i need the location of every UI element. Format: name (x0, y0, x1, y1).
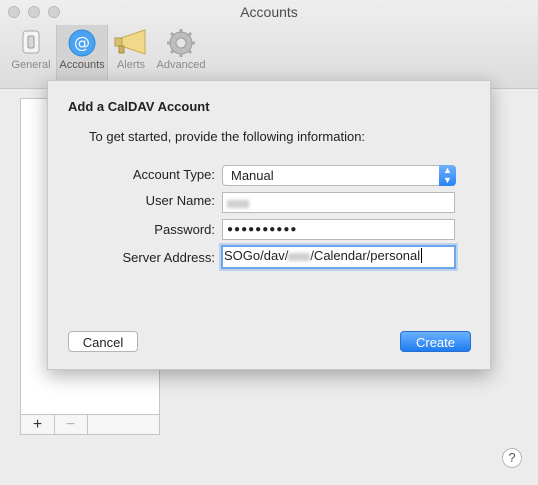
help-button[interactable]: ? (502, 448, 522, 468)
add-caldav-account-sheet: Add a CalDAV Account To get started, pro… (47, 80, 491, 370)
switch-icon (22, 30, 40, 54)
account-type-label: Account Type: (132, 167, 215, 182)
password-label: Password: (154, 222, 215, 237)
password-field[interactable]: ●●●●●●●●●● (222, 219, 455, 240)
user-name-label: User Name: (145, 193, 215, 208)
toolbar-label: General (11, 59, 51, 71)
preferences-window: Accounts General @ Accounts Alerts Advan… (0, 0, 538, 485)
cancel-button[interactable]: Cancel (68, 331, 138, 352)
toolbar-label: Advanced (156, 59, 206, 71)
create-button[interactable]: Create (400, 331, 471, 352)
server-address-suffix: /Calendar/personal (310, 248, 421, 263)
gear-icon (167, 29, 195, 57)
redacted-text (288, 252, 311, 261)
user-name-field[interactable] (222, 192, 455, 213)
at-sign-icon: @ (68, 29, 96, 57)
toolbar-alerts[interactable]: Alerts (106, 25, 156, 87)
server-address-label: Server Address: (122, 250, 216, 265)
titlebar: Accounts General @ Accounts Alerts Advan… (0, 0, 538, 89)
text-cursor (421, 248, 426, 263)
megaphone-icon (114, 29, 146, 55)
toolbar-general[interactable]: General (6, 25, 56, 87)
svg-text:@: @ (74, 33, 90, 52)
account-type-select[interactable]: Manual ▲ ▼ (222, 165, 456, 186)
toolbar-advanced[interactable]: Advanced (156, 25, 206, 87)
sheet-subtitle: To get started, provide the following in… (89, 129, 366, 144)
account-type-value: Manual (231, 168, 274, 183)
server-address-prefix: SOGo/dav/ (224, 248, 289, 263)
toolbar-accounts[interactable]: @ Accounts (56, 25, 108, 87)
remove-account-button[interactable]: − (54, 415, 88, 434)
list-controls: + − (20, 414, 160, 435)
window-title: Accounts (240, 4, 298, 20)
server-address-field[interactable]: SOGo/dav/ /Calendar/personal (221, 245, 456, 269)
chevron-up-down-icon: ▲ ▼ (439, 165, 456, 186)
sheet-title: Add a CalDAV Account (68, 99, 210, 114)
redacted-text (227, 199, 249, 208)
add-account-button[interactable]: + (21, 415, 55, 434)
toolbar-label: Alerts (116, 59, 146, 71)
toolbar-label: Accounts (59, 59, 105, 71)
